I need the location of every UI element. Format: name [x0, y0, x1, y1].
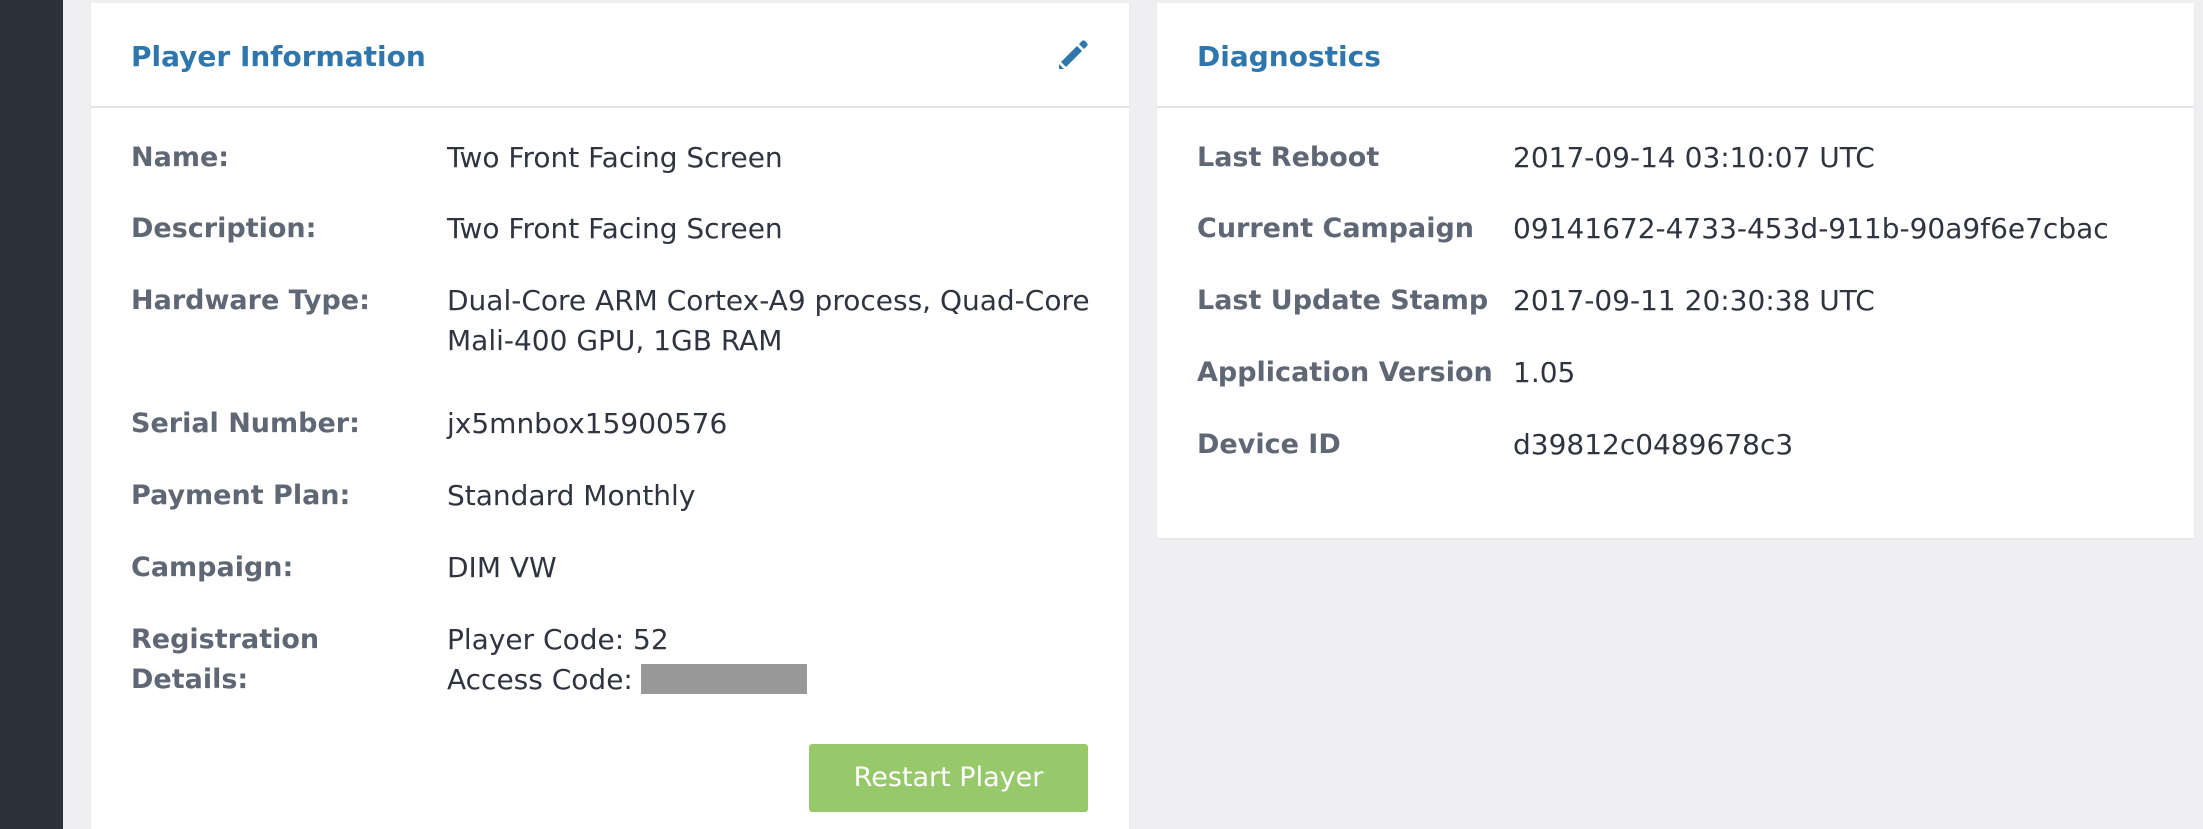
name-value: Two Front Facing Screen: [447, 141, 783, 174]
current-campaign-label: Current Campaign: [1197, 213, 1475, 244]
last-reboot-value: 2017-09-14 03:10:07 UTC: [1513, 141, 1875, 174]
hardware-type-label: Hardware Type:: [131, 285, 370, 316]
last-reboot-label: Last Reboot: [1197, 142, 1380, 173]
player-information-header: Player Information: [91, 3, 1129, 108]
diagnostics-title: Diagnostics: [1197, 40, 1381, 73]
diagnostics-panel: Diagnostics Last Reboot 2017-09-14 03:10…: [1157, 3, 2194, 538]
application-version-label: Application Version: [1197, 357, 1493, 388]
serial-number-value: jx5mnbox15900576: [447, 407, 728, 440]
hardware-type-line-1: Dual-Core ARM Cortex-A9 process, Quad-Co…: [447, 284, 1090, 317]
access-code-line: Access Code:: [447, 660, 1099, 700]
pencil-icon[interactable]: [1055, 37, 1091, 73]
access-code-label: Access Code:: [447, 663, 633, 696]
sidebar: [0, 0, 63, 829]
player-information-panel: Player Information Name: Two Front Facin…: [91, 3, 1129, 829]
last-update-stamp-label: Last Update Stamp: [1197, 285, 1489, 316]
device-id-value: d39812c0489678c3: [1513, 428, 1794, 461]
player-code: Player Code: 52: [447, 623, 669, 656]
registration-details-label: Registration Details:: [131, 624, 320, 695]
last-update-stamp-value: 2017-09-11 20:30:38 UTC: [1513, 284, 1875, 317]
current-campaign-value: 09141672-4733-453d-911b-90a9f6e7cbac: [1513, 212, 2109, 245]
device-id-label: Device ID: [1197, 429, 1341, 460]
description-value: Two Front Facing Screen: [447, 212, 783, 245]
player-information-title: Player Information: [131, 40, 426, 73]
campaign-label: Campaign:: [131, 552, 294, 583]
payment-plan-label: Payment Plan:: [131, 480, 351, 511]
campaign-value: DIM VW: [447, 551, 557, 584]
description-label: Description:: [131, 213, 317, 244]
restart-player-button[interactable]: Restart Player: [809, 744, 1088, 812]
name-label: Name:: [131, 142, 230, 173]
payment-plan-value: Standard Monthly: [447, 479, 696, 512]
hardware-type-value: Dual-Core ARM Cortex-A9 process, Quad-Co…: [447, 281, 1099, 361]
access-code-redacted: [640, 664, 807, 694]
application-version-value: 1.05: [1513, 356, 1576, 389]
diagnostics-header: Diagnostics: [1157, 3, 2194, 108]
hardware-type-line-2: Mali-400 GPU, 1GB RAM: [447, 324, 783, 357]
registration-details-value: Player Code: 52 Access Code:: [447, 620, 1099, 700]
serial-number-label: Serial Number:: [131, 408, 360, 439]
